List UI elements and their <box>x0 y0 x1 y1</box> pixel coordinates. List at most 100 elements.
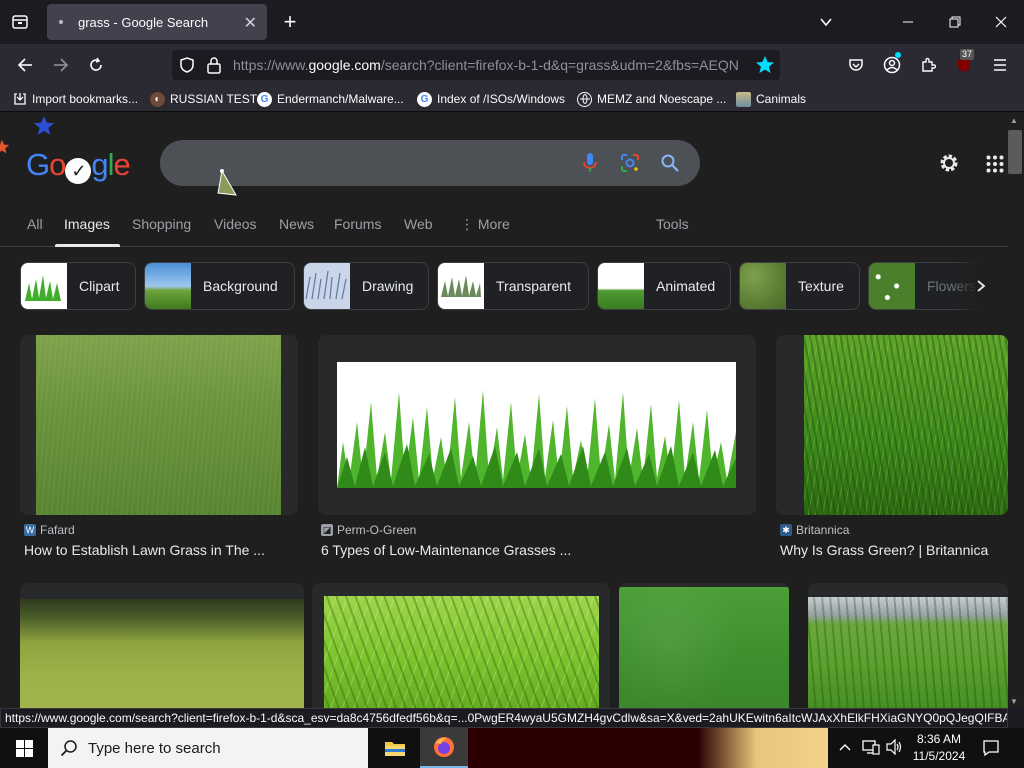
tab-all[interactable]: All <box>27 216 43 232</box>
chip-thumbnail <box>869 263 915 309</box>
reload-icon[interactable] <box>83 52 109 78</box>
google-logo[interactable]: Go ✓ gle <box>26 147 131 184</box>
site-favicon-icon: ◪ <box>321 524 333 536</box>
image-result[interactable] <box>619 583 789 708</box>
chip-background[interactable]: Background <box>144 262 295 310</box>
folder-icon <box>385 742 405 756</box>
result-source[interactable]: ◪ Perm-O-Green <box>321 523 416 537</box>
image-result[interactable] <box>318 335 756 515</box>
chips-scroll-right-button[interactable] <box>954 262 1008 310</box>
network-icon[interactable] <box>862 739 880 760</box>
import-icon <box>12 92 27 107</box>
doodle-star-icon <box>33 115 55 142</box>
minimize-icon[interactable] <box>896 10 920 34</box>
tab-title: grass - Google Search <box>78 15 209 30</box>
chip-thumbnail <box>438 263 484 309</box>
image-result[interactable] <box>20 583 304 708</box>
chip-clipart[interactable]: Clipart <box>20 262 136 310</box>
forward-icon[interactable] <box>48 52 74 78</box>
extensions-icon[interactable] <box>915 52 941 78</box>
page-scrollbar[interactable] <box>1008 113 1024 708</box>
result-image <box>324 596 599 708</box>
voice-search-icon[interactable] <box>582 152 598 179</box>
result-image <box>804 335 1008 515</box>
tab-web[interactable]: Web <box>404 216 433 232</box>
list-all-tabs-icon[interactable] <box>8 10 32 34</box>
scroll-down-arrow-icon[interactable]: ▼ <box>1010 697 1018 706</box>
tab-shopping[interactable]: Shopping <box>132 216 191 232</box>
volume-icon[interactable] <box>886 738 904 760</box>
result-title[interactable]: 6 Types of Low-Maintenance Grasses ... <box>321 542 571 558</box>
chip-thumbnail <box>304 263 350 309</box>
chip-thumbnail <box>21 263 67 309</box>
tab-images[interactable]: Images <box>64 216 110 232</box>
doodle-check-icon: ✓ <box>65 158 92 184</box>
ublock-extension-icon[interactable]: 37 <box>951 49 977 78</box>
file-explorer-taskbar-button[interactable] <box>372 728 418 768</box>
tab-news[interactable]: News <box>279 216 314 232</box>
lens-search-icon[interactable] <box>620 153 640 178</box>
tab-forums[interactable]: Forums <box>334 216 381 232</box>
firefox-taskbar-button[interactable] <box>420 728 468 768</box>
image-result[interactable] <box>312 583 610 708</box>
search-input[interactable] <box>160 140 700 186</box>
bookmark-russian-test[interactable]: ◐ RUSSIAN TEST <box>150 90 257 108</box>
tab-videos[interactable]: Videos <box>214 216 257 232</box>
settings-gear-icon[interactable] <box>937 151 961 180</box>
more-vert-icon: ⋮ <box>460 216 478 232</box>
bookmark-isos-windows[interactable]: G Index of /ISOs/Windows <box>417 90 565 108</box>
bookmark-import[interactable]: Import bookmarks... <box>12 90 138 108</box>
restore-icon[interactable] <box>943 10 967 34</box>
google-icon: G <box>417 91 432 107</box>
new-tab-icon[interactable]: + <box>278 9 302 34</box>
windows-taskbar: Type here to search 8:36 AM 11/5/2024 <box>0 728 1024 768</box>
github-icon: ◐ <box>150 91 165 107</box>
close-tab-icon[interactable]: ✕ <box>244 13 257 33</box>
result-image <box>619 587 789 708</box>
tab-bar: grass - Google Search ✕ + <box>0 0 1024 44</box>
bookmark-star-icon[interactable] <box>755 55 775 80</box>
active-tab[interactable]: grass - Google Search ✕ <box>47 4 267 40</box>
result-image <box>808 597 1008 708</box>
bookmark-canimals[interactable]: Canimals <box>736 90 806 108</box>
app-menu-icon[interactable] <box>987 52 1013 78</box>
taskbar-search-box[interactable]: Type here to search <box>48 728 368 768</box>
pocket-icon[interactable] <box>843 52 869 78</box>
show-hidden-icons-chevron-icon[interactable] <box>838 740 852 758</box>
notification-center-icon[interactable] <box>982 739 1000 762</box>
result-title[interactable]: Why Is Grass Green? | Britannica <box>780 542 988 558</box>
result-image <box>36 335 281 515</box>
tools-button[interactable]: Tools <box>656 216 689 232</box>
scroll-up-arrow-icon[interactable]: ▲ <box>1010 116 1018 125</box>
wordpress-icon: W <box>24 524 36 536</box>
chip-transparent[interactable]: Transparent <box>437 262 589 310</box>
image-result[interactable] <box>776 335 1008 515</box>
start-button[interactable] <box>0 728 48 768</box>
back-icon[interactable] <box>12 52 38 78</box>
google-apps-icon[interactable] <box>986 155 1004 178</box>
tab-more[interactable]: ⋮ More <box>460 216 510 233</box>
image-result[interactable] <box>20 335 298 515</box>
tracking-shield-icon[interactable] <box>178 56 196 79</box>
url-text[interactable]: https://www.google.com/search?client=fir… <box>233 57 743 73</box>
bookmark-memz[interactable]: MEMZ and Noescape ... <box>577 90 726 108</box>
result-source[interactable]: ✱ Britannica <box>780 523 849 537</box>
britannica-icon: ✱ <box>780 524 792 536</box>
chip-animated[interactable]: Animated <box>597 262 731 310</box>
list-tabs-chevron-icon[interactable] <box>814 10 838 34</box>
bookmark-endermanch[interactable]: G Endermanch/Malware... <box>257 90 404 108</box>
account-icon[interactable] <box>879 52 905 78</box>
search-icon[interactable] <box>660 153 680 178</box>
taskbar-clock[interactable]: 8:36 AM 11/5/2024 <box>906 731 972 765</box>
result-title[interactable]: How to Establish Lawn Grass in The ... <box>24 542 265 558</box>
result-source[interactable]: W Fafard <box>24 523 75 537</box>
lock-icon[interactable] <box>206 56 222 79</box>
scrollbar-thumb[interactable] <box>1008 130 1022 174</box>
result-image <box>337 362 736 488</box>
image-result[interactable] <box>808 583 1008 708</box>
chip-drawing[interactable]: Drawing <box>303 262 429 310</box>
close-window-icon[interactable] <box>989 10 1013 34</box>
clock-time: 8:36 AM <box>916 732 962 746</box>
url-bar[interactable]: https://www.google.com/search?client=fir… <box>172 50 780 80</box>
chip-texture[interactable]: Texture <box>739 262 860 310</box>
